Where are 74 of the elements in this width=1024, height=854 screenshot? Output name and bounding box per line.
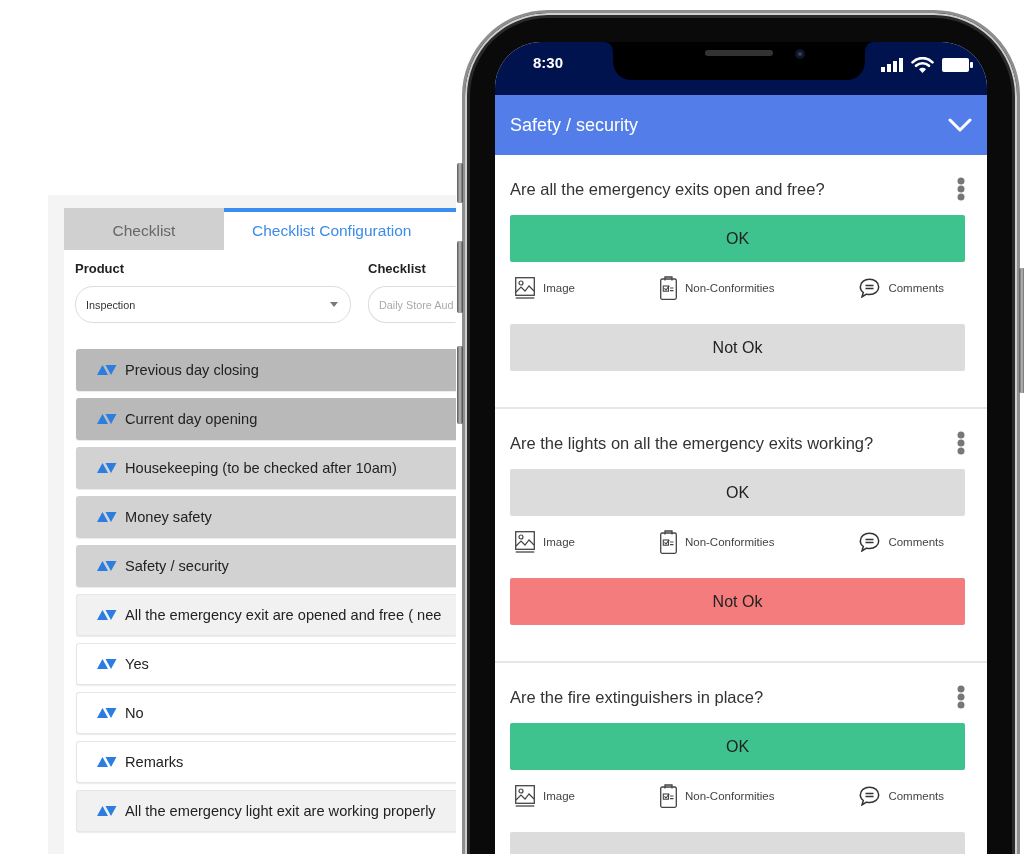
side-button[interactable] xyxy=(457,241,463,313)
image-button[interactable]: Image xyxy=(515,785,575,807)
clipboard-check-icon xyxy=(659,276,677,300)
comment-icon xyxy=(859,278,881,298)
checklist-row[interactable]: Money safety xyxy=(76,496,456,538)
row-label: Previous day closing xyxy=(125,362,259,378)
image-icon xyxy=(515,277,535,299)
checklist-row[interactable]: All the emergency exit are opened and free ( nee xyxy=(76,594,456,636)
ok-button[interactable]: OK xyxy=(510,723,965,770)
row-label: Housekeeping (to be checked after 10am) xyxy=(125,460,397,476)
more-vertical-icon[interactable] xyxy=(957,431,965,455)
up-down-triangles-icon xyxy=(97,365,117,375)
wifi-icon xyxy=(911,57,934,73)
not-ok-button[interactable]: Not Ok xyxy=(510,578,965,625)
question-text: Are the fire extinguishers in place? xyxy=(510,687,764,707)
row-label: Money safety xyxy=(125,509,212,525)
row-label: Yes xyxy=(125,656,149,672)
row-label: Current day opening xyxy=(125,411,258,427)
comments-button[interactable]: Comments xyxy=(859,786,944,806)
comment-icon xyxy=(859,532,881,552)
comments-button[interactable]: Comments xyxy=(859,532,944,552)
up-down-triangles-icon xyxy=(97,708,117,718)
checklist-row[interactable]: Previous day closing xyxy=(76,349,456,391)
clipboard-check-icon xyxy=(659,530,677,554)
up-down-triangles-icon xyxy=(97,806,117,816)
question-text: Are the lights on all the emergency exits working? xyxy=(510,433,874,453)
image-button[interactable]: Image xyxy=(515,277,575,299)
non-conformities-button[interactable]: Non-Conformities xyxy=(659,530,775,554)
tab[interactable]: Checklist xyxy=(64,208,224,250)
chevron-down-icon[interactable] xyxy=(948,118,972,132)
checklist-row[interactable]: All the emergency light exit are working properly xyxy=(76,790,456,832)
signal-icon xyxy=(881,58,903,72)
field-label: Product xyxy=(75,261,126,277)
non-conformities-button[interactable]: Non-Conformities xyxy=(659,784,775,808)
up-down-triangles-icon xyxy=(97,561,117,571)
comment-icon xyxy=(859,786,881,806)
row-label: No xyxy=(125,705,144,721)
caret-down-icon xyxy=(330,302,338,307)
row-label: Safety / security xyxy=(125,558,229,574)
checklist-row[interactable]: Current day opening xyxy=(76,398,456,440)
battery-icon xyxy=(942,58,973,72)
non-conformities-button[interactable]: Non-Conformities xyxy=(659,276,775,300)
checklist-row[interactable]: Safety / security xyxy=(76,545,456,587)
up-down-triangles-icon xyxy=(97,512,117,522)
field-label: Checklist xyxy=(368,261,427,277)
row-label: Remarks xyxy=(125,754,184,770)
checklist-row[interactable]: Yes xyxy=(76,643,456,685)
up-down-triangles-icon xyxy=(97,610,117,620)
up-down-triangles-icon xyxy=(97,757,117,767)
not-ok-button[interactable]: Not Ok xyxy=(510,324,965,371)
row-label: All the emergency light exit are working properly xyxy=(125,803,436,819)
up-down-triangles-icon xyxy=(97,463,117,473)
checklist-row[interactable]: Remarks xyxy=(76,741,456,783)
side-button[interactable] xyxy=(457,346,463,424)
ok-button[interactable]: OK xyxy=(510,469,965,516)
more-vertical-icon[interactable] xyxy=(957,177,965,201)
side-button[interactable] xyxy=(457,163,463,203)
ok-button[interactable]: OK xyxy=(510,215,965,262)
section-title: Safety / security xyxy=(510,114,639,136)
up-down-triangles-icon xyxy=(97,659,117,669)
checklist-row[interactable]: Housekeeping (to be checked after 10am) xyxy=(76,447,456,489)
side-button[interactable] xyxy=(1019,268,1024,393)
image-icon xyxy=(515,531,535,553)
image-button[interactable]: Image xyxy=(515,531,575,553)
clipboard-check-icon xyxy=(659,784,677,808)
comments-button[interactable]: Comments xyxy=(859,278,944,298)
up-down-triangles-icon xyxy=(97,414,117,424)
row-label: All the emergency exit are opened and free ( nee xyxy=(125,607,442,623)
image-icon xyxy=(515,785,535,807)
checklist-row[interactable]: No xyxy=(76,692,456,734)
more-vertical-icon[interactable] xyxy=(957,685,965,709)
question-text: Are all the emergency exits open and free? xyxy=(510,179,825,199)
select-field[interactable]: Inspection xyxy=(75,286,351,323)
status-time: 8:30 xyxy=(533,54,564,71)
